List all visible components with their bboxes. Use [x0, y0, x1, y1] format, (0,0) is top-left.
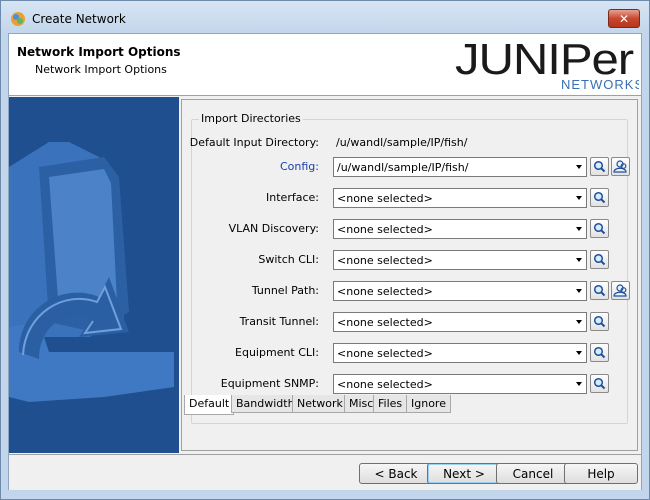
- interface-label: Interface:: [266, 191, 319, 204]
- chevron-down-icon[interactable]: [571, 375, 586, 393]
- config-search-button[interactable]: [590, 157, 609, 176]
- equipment-snmp-select[interactable]: <none selected>: [333, 374, 587, 394]
- close-icon: ✕: [618, 11, 630, 26]
- logo-subtext: NETWORKS: [561, 77, 639, 92]
- next-button[interactable]: Next >: [427, 463, 501, 484]
- config-browse-button[interactable]: [611, 157, 630, 176]
- vlan-discovery-search-button[interactable]: [590, 219, 609, 238]
- group-title: Import Directories: [199, 112, 303, 125]
- juniper-logo: JUNIPer NETWORKS: [455, 36, 639, 92]
- interface-select[interactable]: <none selected>: [333, 188, 587, 208]
- vlan-discovery-select-value: <none selected>: [337, 223, 433, 236]
- transit-tunnel-select[interactable]: <none selected>: [333, 312, 587, 332]
- interface-select-value: <none selected>: [337, 192, 433, 205]
- wizard-sidebar-graphic: [9, 97, 179, 453]
- tab-default[interactable]: Default: [184, 395, 235, 415]
- interface-search-button[interactable]: [590, 188, 609, 207]
- tunnel-path-browse-button[interactable]: [611, 281, 630, 300]
- tab-files[interactable]: Files: [373, 395, 408, 413]
- search-icon: [593, 191, 606, 204]
- config-select[interactable]: /u/wandl/sample/IP/fish/: [333, 157, 587, 177]
- chevron-down-icon[interactable]: [571, 189, 586, 207]
- browse-users-icon: [613, 160, 627, 173]
- app-icon: [11, 12, 25, 26]
- equipment-cli-select-value: <none selected>: [337, 347, 433, 360]
- search-icon: [593, 160, 606, 173]
- transit-tunnel-label: Transit Tunnel:: [239, 315, 319, 328]
- chevron-down-icon[interactable]: [571, 251, 586, 269]
- browse-users-icon: [613, 284, 627, 297]
- page-subtitle: Network Import Options: [35, 63, 167, 76]
- equipment-cli-select[interactable]: <none selected>: [333, 343, 587, 363]
- vlan-discovery-label: VLAN Discovery:: [228, 222, 319, 235]
- create-network-window: Create Network ✕ Network Import Options …: [0, 0, 650, 500]
- search-icon: [593, 222, 606, 235]
- window-title: Create Network: [32, 12, 126, 26]
- tab-bandwidth[interactable]: Bandwidth: [231, 395, 300, 413]
- search-icon: [593, 315, 606, 328]
- tab-ignore[interactable]: Ignore: [406, 395, 451, 413]
- vlan-discovery-select[interactable]: <none selected>: [333, 219, 587, 239]
- transit-tunnel-search-button[interactable]: [590, 312, 609, 331]
- wizard-footer: < Back Next > Cancel Help: [9, 454, 641, 490]
- tunnel-path-label: Tunnel Path:: [251, 284, 319, 297]
- search-icon: [593, 346, 606, 359]
- switch-cli-label: Switch CLI:: [258, 253, 319, 266]
- title-bar: Create Network ✕: [1, 1, 649, 33]
- config-select-value: /u/wandl/sample/IP/fish/: [337, 161, 469, 174]
- switch-cli-select-value: <none selected>: [337, 254, 433, 267]
- tab-network[interactable]: Network: [292, 395, 348, 413]
- import-directories-group: Import Directories Default Input Directo…: [189, 112, 630, 424]
- tunnel-path-search-button[interactable]: [590, 281, 609, 300]
- equipment-cli-search-button[interactable]: [590, 343, 609, 362]
- search-icon: [593, 253, 606, 266]
- default-input-directory-label: Default Input Directory:: [189, 136, 319, 149]
- close-button[interactable]: ✕: [608, 9, 640, 28]
- back-button[interactable]: < Back: [359, 463, 433, 484]
- config-label-link[interactable]: Config:: [280, 160, 319, 173]
- equipment-cli-label: Equipment CLI:: [235, 346, 319, 359]
- switch-cli-select[interactable]: <none selected>: [333, 250, 587, 270]
- wizard-header: Network Import Options Network Import Op…: [9, 34, 641, 96]
- network-import-illustration: [9, 97, 179, 453]
- search-icon: [593, 377, 606, 390]
- search-icon: [593, 284, 606, 297]
- help-button[interactable]: Help: [564, 463, 638, 484]
- chevron-down-icon[interactable]: [571, 344, 586, 362]
- equipment-snmp-search-button[interactable]: [590, 374, 609, 393]
- transit-tunnel-select-value: <none selected>: [337, 316, 433, 329]
- page-title: Network Import Options: [17, 45, 181, 59]
- default-input-directory-value: /u/wandl/sample/IP/fish/: [336, 136, 468, 149]
- chevron-down-icon[interactable]: [571, 313, 586, 331]
- chevron-down-icon[interactable]: [571, 282, 586, 300]
- chevron-down-icon[interactable]: [571, 158, 586, 176]
- chevron-down-icon[interactable]: [571, 220, 586, 238]
- cancel-button[interactable]: Cancel: [496, 463, 570, 484]
- dialog-frame: Network Import Options Network Import Op…: [8, 33, 642, 490]
- tunnel-path-select-value: <none selected>: [337, 285, 433, 298]
- equipment-snmp-select-value: <none selected>: [337, 378, 433, 391]
- equipment-snmp-label: Equipment SNMP:: [220, 377, 319, 390]
- switch-cli-search-button[interactable]: [590, 250, 609, 269]
- tunnel-path-select[interactable]: <none selected>: [333, 281, 587, 301]
